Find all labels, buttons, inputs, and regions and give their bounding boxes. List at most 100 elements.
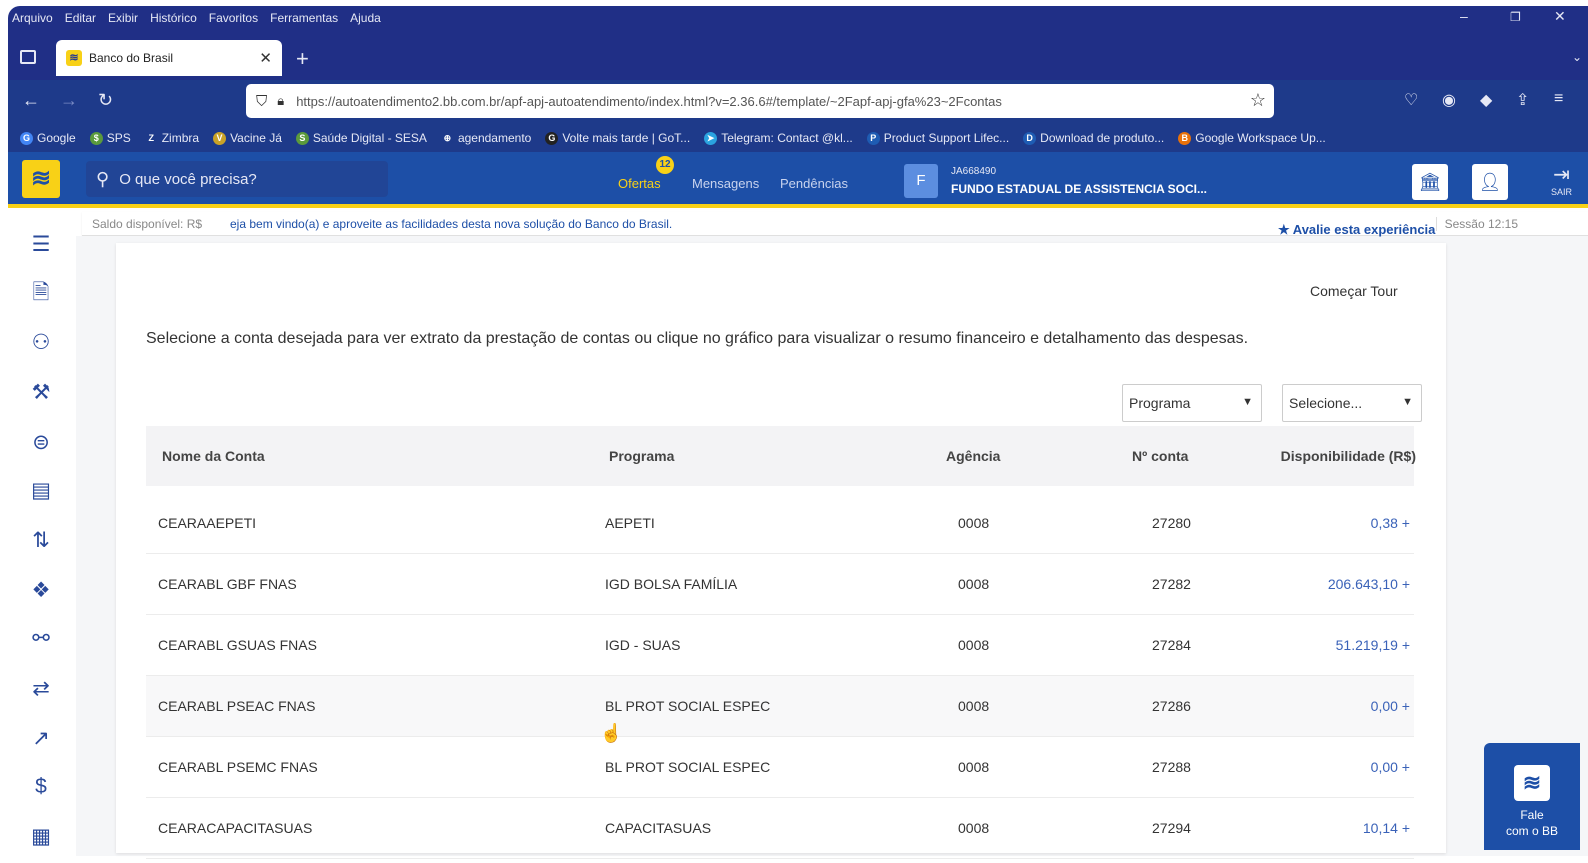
instruction-text: Selecione a conta desejada para ver extr… bbox=[146, 330, 1249, 347]
column-header-conta[interactable]: Nº conta bbox=[1132, 448, 1188, 464]
coins-icon[interactable]: ⊜ bbox=[28, 430, 54, 456]
bookmark-label: Google bbox=[37, 131, 76, 145]
bookmark-label: Telegram: Contact @kl... bbox=[721, 131, 853, 145]
exchange-icon[interactable]: ⇄ bbox=[28, 676, 54, 702]
cell-disponibilidade[interactable]: 51.219,19 + bbox=[1336, 637, 1410, 653]
cell-agencia: 0008 bbox=[958, 698, 990, 714]
saldo-label[interactable]: Saldo disponível: R$ bbox=[92, 217, 202, 231]
extension-icon[interactable]: ◆ bbox=[1480, 90, 1492, 110]
users-money-icon[interactable]: ⚇ bbox=[28, 330, 54, 356]
menu-favoritos[interactable]: Favoritos bbox=[209, 11, 258, 25]
menu-ajuda[interactable]: Ajuda bbox=[350, 11, 381, 25]
minimize-icon[interactable]: – bbox=[1460, 8, 1468, 24]
chevron-down-icon: ▼ bbox=[1242, 396, 1253, 408]
bookmark-item[interactable]: S Saúde Digital - SESA bbox=[295, 131, 427, 145]
forward-icon[interactable]: → bbox=[60, 90, 78, 111]
cash-icon[interactable]: ▦ bbox=[28, 824, 54, 850]
table-row[interactable]: CEARACAPACITASUAS CAPACITASUAS 0008 27294 10… bbox=[146, 798, 1414, 859]
close-window-icon[interactable]: ✕ bbox=[1554, 8, 1566, 25]
gavel-icon[interactable]: ⚒ bbox=[28, 380, 54, 406]
column-header-nome[interactable]: Nome da Conta bbox=[162, 448, 265, 464]
money-hand-icon[interactable]: $ bbox=[28, 774, 54, 800]
bookmark-item[interactable]: G Google bbox=[20, 131, 76, 145]
menu-exibir[interactable]: Exibir bbox=[108, 11, 138, 25]
bookmark-item[interactable]: D Download de produto... bbox=[1023, 131, 1164, 145]
logout-icon: ⇥ bbox=[1553, 164, 1570, 186]
close-tab-icon[interactable]: ✕ bbox=[259, 49, 272, 67]
tab-ofertas[interactable]: Ofertas bbox=[618, 176, 661, 191]
search-input[interactable] bbox=[119, 170, 360, 188]
bb-logo-icon[interactable]: ≋ bbox=[22, 160, 60, 198]
menu-icon[interactable]: ≡ bbox=[1554, 90, 1563, 108]
cell-disponibilidade[interactable]: 0,00 + bbox=[1371, 759, 1410, 775]
bookmark-item[interactable]: Z Zimbra bbox=[144, 131, 199, 145]
bookmark-favicon-icon: B bbox=[1178, 131, 1192, 145]
cell-disponibilidade[interactable]: 10,14 + bbox=[1363, 820, 1410, 836]
tab-mensagens[interactable]: Mensagens bbox=[692, 176, 759, 191]
rate-experience-link[interactable]: ★ Avalie esta experiência bbox=[1278, 222, 1435, 238]
chevron-down-icon[interactable]: ⌄ bbox=[1572, 50, 1582, 64]
bookmark-item[interactable]: G Volte mais tarde | GoT... bbox=[545, 131, 690, 145]
table-row[interactable]: CEARABL GSUAS FNAS IGD - SUAS 0008 27284 51.… bbox=[146, 615, 1414, 676]
bookmark-item[interactable]: ⊕ agendamento bbox=[440, 131, 531, 145]
url-text[interactable]: https://autoatendimento2.bb.com.br/apf-a… bbox=[296, 94, 1002, 109]
restore-icon[interactable]: ❐ bbox=[1510, 10, 1521, 24]
cell-disponibilidade[interactable]: 0,00 + bbox=[1371, 698, 1410, 714]
new-tab-icon[interactable]: + bbox=[296, 46, 309, 72]
browser-tab[interactable]: ≋ Banco do Brasil ✕ bbox=[56, 40, 282, 76]
table-row[interactable]: CEARABL PSEMC FNAS BL PROT SOCIAL ESPEC 00… bbox=[146, 737, 1414, 798]
share-icon[interactable]: ⇪ bbox=[1516, 90, 1529, 110]
cell-disponibilidade[interactable]: 206.643,10 + bbox=[1328, 576, 1410, 592]
menu-arquivo[interactable]: Arquivo bbox=[12, 11, 53, 25]
transfer-icon[interactable]: ⇅ bbox=[28, 528, 54, 554]
cell-conta: 27288 bbox=[1152, 759, 1191, 775]
bank-icon[interactable]: 🏛︎ bbox=[1412, 164, 1448, 200]
hamburger-menu-icon[interactable]: ☰ bbox=[28, 232, 54, 258]
tab-list-icon[interactable] bbox=[20, 50, 36, 64]
account-avatar[interactable]: F bbox=[904, 164, 938, 198]
table-row[interactable]: CEARABL GBF FNAS IGD BOLSA FAMÍLIA 0008 272… bbox=[146, 554, 1414, 615]
bookmark-star-icon[interactable]: ☆ bbox=[1250, 90, 1266, 111]
account-icon[interactable]: ◉ bbox=[1442, 90, 1456, 110]
program-filter-select[interactable]: Programa ▼ bbox=[1122, 384, 1262, 422]
search-box[interactable]: ⚲ bbox=[86, 161, 388, 197]
value-filter-select[interactable]: Selecione... ▼ bbox=[1282, 384, 1422, 422]
logout-button[interactable]: ⇥ SAIR bbox=[1551, 162, 1572, 197]
pocket-icon[interactable]: ♡ bbox=[1404, 90, 1418, 110]
lock-icon[interactable]: 🔒︎ bbox=[277, 93, 284, 109]
cell-agencia: 0008 bbox=[958, 820, 990, 836]
address-bar[interactable]: ⛉ 🔒︎ https://autoatendimento2.bb.com.br/… bbox=[246, 84, 1274, 118]
tab-pendencias[interactable]: Pendências bbox=[780, 176, 848, 191]
account-name[interactable]: FUNDO ESTADUAL DE ASSISTENCIA SOCI... bbox=[951, 182, 1207, 196]
user-icon[interactable]: 👤︎ bbox=[1472, 164, 1508, 200]
reload-icon[interactable]: ↻ bbox=[98, 90, 113, 111]
back-icon[interactable]: ← bbox=[22, 90, 40, 111]
cell-programa: BL PROT SOCIAL ESPEC bbox=[605, 698, 771, 714]
table-header: Nome da Conta Programa Agência Nº conta … bbox=[146, 426, 1416, 486]
bookmark-item[interactable]: $ SPS bbox=[89, 131, 131, 145]
column-header-agencia[interactable]: Agência bbox=[946, 448, 1000, 464]
bookmark-item[interactable]: B Google Workspace Up... bbox=[1178, 131, 1326, 145]
table-row[interactable]: CEARAAEPETI AEPETI 0008 27280 0,38 + bbox=[146, 493, 1414, 554]
fale-line2: com o BB bbox=[1505, 824, 1559, 838]
account-id: JA668490 bbox=[951, 166, 997, 177]
statement-search-icon[interactable]: 🗎 bbox=[28, 280, 54, 306]
bookmark-favicon-icon: D bbox=[1023, 131, 1037, 145]
chart-icon[interactable]: ↗ bbox=[28, 726, 54, 752]
start-tour-button[interactable]: Começar Tour bbox=[1310, 283, 1398, 299]
document-money-icon[interactable]: ▤ bbox=[28, 478, 54, 504]
menu-editar[interactable]: Editar bbox=[65, 11, 96, 25]
shield-icon[interactable]: ⛉ bbox=[256, 93, 267, 110]
column-header-programa[interactable]: Programa bbox=[609, 448, 674, 464]
pix-icon[interactable]: ❖ bbox=[28, 578, 54, 604]
bookmark-item[interactable]: V Vacine Já bbox=[213, 131, 282, 145]
column-header-disponibilidade[interactable]: Disponibilidade (R$) bbox=[1281, 448, 1416, 464]
bookmark-item[interactable]: P Product Support Lifec... bbox=[866, 131, 1009, 145]
cell-disponibilidade[interactable]: 0,38 + bbox=[1371, 515, 1410, 531]
payroll-icon[interactable]: ⚯ bbox=[28, 626, 54, 652]
bookmark-item[interactable]: ➤ Telegram: Contact @kl... bbox=[704, 131, 853, 145]
fale-com-bb-button[interactable]: ≋ Fale com o BB bbox=[1484, 743, 1580, 850]
table-row[interactable]: CEARABL PSEAC FNAS BL PROT SOCIAL ESPEC 00… bbox=[146, 676, 1414, 737]
menu-ferramentas[interactable]: Ferramentas bbox=[270, 11, 338, 25]
menu-historico[interactable]: Histórico bbox=[150, 11, 197, 25]
